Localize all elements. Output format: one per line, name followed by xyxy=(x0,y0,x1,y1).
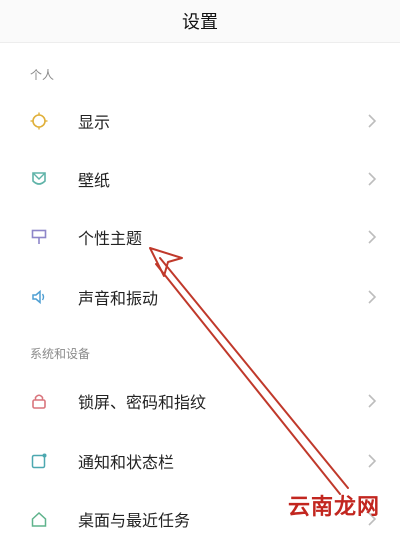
settings-item-label: 个性主题 xyxy=(78,229,143,248)
theme-brush-icon xyxy=(30,228,48,246)
settings-item-notifications[interactable]: 通知和状态栏 xyxy=(0,432,400,490)
settings-item-lockscreen[interactable]: 锁屏、密码和指纹 xyxy=(0,372,400,430)
chevron-right-icon xyxy=(368,454,377,468)
lock-icon xyxy=(30,392,48,410)
home-icon xyxy=(30,510,48,528)
settings-item-label: 锁屏、密码和指纹 xyxy=(78,393,207,412)
chevron-right-icon xyxy=(368,230,377,244)
settings-item-theme[interactable]: 个性主题 xyxy=(0,208,400,266)
settings-item-label: 通知和状态栏 xyxy=(78,453,175,472)
settings-item-label: 桌面与最近任务 xyxy=(78,511,191,530)
chevron-right-icon xyxy=(368,290,377,304)
notification-icon xyxy=(30,452,48,470)
settings-item-wallpaper[interactable]: 壁纸 xyxy=(0,150,400,208)
chevron-right-icon xyxy=(368,114,377,128)
wallpaper-icon xyxy=(30,170,48,188)
brightness-icon xyxy=(30,112,48,130)
section-label-personal: 个人 xyxy=(30,68,55,82)
chevron-right-icon xyxy=(368,394,377,408)
page-title: 设置 xyxy=(182,12,218,33)
speaker-icon xyxy=(30,288,48,306)
settings-item-display[interactable]: 显示 xyxy=(0,92,400,150)
settings-header: 设置 xyxy=(0,0,400,43)
watermark-logo: 云南龙网 xyxy=(287,495,380,520)
settings-item-sound[interactable]: 声音和振动 xyxy=(0,268,400,326)
settings-item-label: 显示 xyxy=(78,113,111,132)
settings-item-label: 声音和振动 xyxy=(78,289,159,308)
chevron-right-icon xyxy=(368,172,377,186)
section-label-system: 系统和设备 xyxy=(30,347,91,361)
settings-item-label: 壁纸 xyxy=(78,171,111,190)
